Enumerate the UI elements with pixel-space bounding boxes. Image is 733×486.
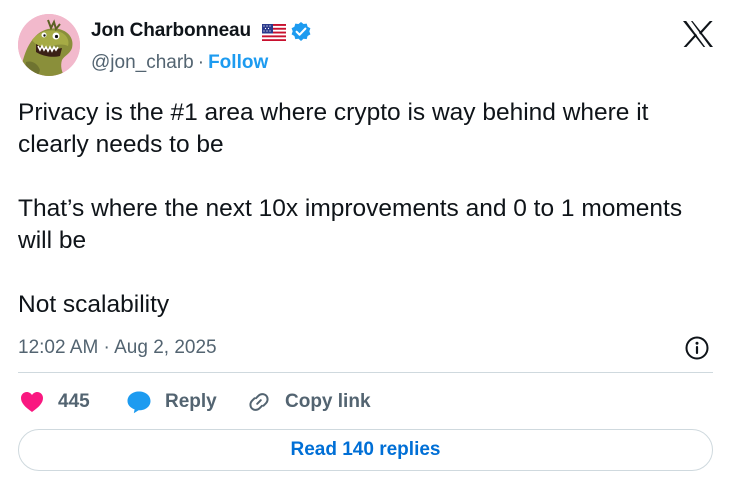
reply-button[interactable]: Reply	[126, 388, 217, 416]
author-handle[interactable]: @jon_charb	[91, 52, 194, 73]
x-logo-icon[interactable]	[682, 20, 714, 48]
handle-separator: ·	[197, 52, 205, 73]
author-avatar[interactable]	[18, 14, 80, 76]
heart-icon	[21, 392, 43, 412]
read-replies-label: Read 140 replies	[290, 439, 441, 460]
reply-label: Reply	[165, 391, 217, 412]
tweet-paragraph: That’s where the next 10x improvements a…	[18, 195, 683, 254]
verified-badge-icon	[290, 21, 312, 43]
link-chain-icon	[249, 393, 269, 411]
tweet-text: Privacy is the #1 area where crypto is w…	[18, 97, 718, 321]
tweet-paragraph: Not scalability	[18, 291, 170, 318]
tweet-embed-card: Jon Charbonneau @jon_charb · Follow Priv…	[0, 0, 733, 486]
info-icon[interactable]	[684, 335, 710, 361]
avatar-image	[18, 14, 80, 76]
read-replies-button[interactable]: Read 140 replies	[18, 429, 713, 471]
tweet-paragraph: Privacy is the #1 area where crypto is w…	[18, 99, 649, 158]
us-flag-icon	[262, 24, 286, 41]
author-handle-line: @jon_charb · Follow	[91, 52, 268, 74]
like-button[interactable]: 445	[20, 388, 90, 416]
follow-link[interactable]: Follow	[208, 52, 268, 73]
tweet-timestamp[interactable]: 12:02 AM · Aug 2, 2025	[18, 337, 217, 359]
reply-bubble-icon	[127, 391, 151, 414]
author-name[interactable]: Jon Charbonneau	[91, 20, 251, 42]
divider	[18, 372, 713, 373]
like-count: 445	[58, 391, 90, 412]
copy-link-button[interactable]: Copy link	[246, 388, 371, 416]
copy-link-label: Copy link	[285, 391, 371, 412]
